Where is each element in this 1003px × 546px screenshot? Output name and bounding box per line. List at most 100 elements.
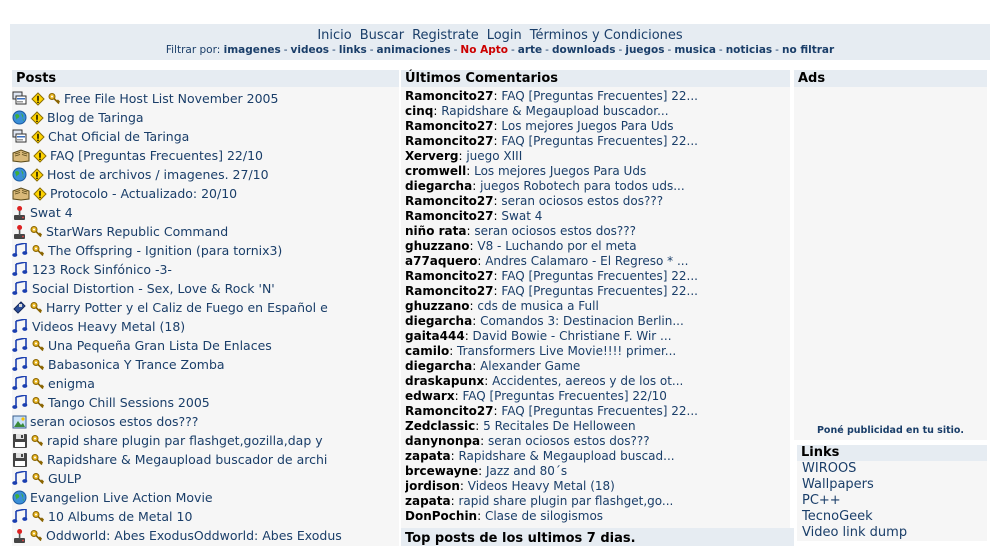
post-title-link[interactable]: Blog de Taringa [47,108,144,127]
filter-imagenes[interactable]: imagenes [224,44,281,56]
comment-post-link[interactable]: Clase de silogismos [485,509,603,523]
comment-post-link[interactable]: juegos Robotech para todos uds... [480,179,685,193]
comment-user[interactable]: Ramoncito27 [405,119,494,133]
post-item[interactable]: Una Pequeña Gran Lista De Enlaces [12,336,399,355]
comment-user[interactable]: Ramoncito27 [405,269,494,283]
link-wallpapers[interactable]: Wallpapers [802,477,874,492]
post-item[interactable]: Swat 4 [12,203,399,222]
post-item[interactable]: Chat Oficial de Taringa [12,127,399,146]
post-item[interactable]: Free File Host List November 2005 [12,89,399,108]
post-title-link[interactable]: 123 Rock Sinfónico -3- [32,260,172,279]
post-item[interactable]: 10 Albums de Metal 10 [12,507,399,526]
post-title-link[interactable]: GULP [48,469,81,488]
post-item[interactable]: 123 Rock Sinfónico -3- [12,260,399,279]
comment-user[interactable]: Ramoncito27 [405,404,494,418]
comment-user[interactable]: ghuzzano [405,239,470,253]
post-item[interactable]: Rapidshare & Megaupload buscador de arch… [12,450,399,469]
filter-juegos[interactable]: juegos [625,44,664,56]
comment-post-link[interactable]: Alexander Game [480,359,580,373]
comment-user[interactable]: Ramoncito27 [405,134,494,148]
post-title-link[interactable]: enigma [48,374,95,393]
post-item[interactable]: GULP [12,469,399,488]
filter-no-filtrar[interactable]: no filtrar [782,44,834,56]
post-item[interactable]: enigma [12,374,399,393]
link-pc-[interactable]: PC++ [802,493,841,508]
comment-post-link[interactable]: Swat 4 [501,209,542,223]
post-title-link[interactable]: rapid share plugin par flashget,gozilla,… [47,431,323,450]
comment-post-link[interactable]: FAQ [Preguntas Frecuentes] 22... [501,284,698,298]
post-title-link[interactable]: Social Distortion - Sex, Love & Rock 'N' [32,279,275,298]
post-item[interactable]: The Offspring - Ignition (para tornix3) [12,241,399,260]
filter-arte[interactable]: arte [518,44,542,56]
post-title-link[interactable]: 10 Albums de Metal 10 [48,507,192,526]
post-title-link[interactable]: Rapidshare & Megaupload buscador de arch… [47,450,327,469]
comment-user[interactable]: Zedclassic [405,419,475,433]
post-item[interactable]: rapid share plugin par flashget,gozilla,… [12,431,399,450]
comment-post-link[interactable]: V8 - Luchando por el meta [477,239,636,253]
comment-user[interactable]: brcewayne [405,464,478,478]
comment-user[interactable]: camilo [405,344,449,358]
comment-post-link[interactable]: FAQ [Preguntas Frecuentes] 22... [501,134,698,148]
comment-user[interactable]: draskapunx [405,374,484,388]
comment-post-link[interactable]: 5 Recitales De Helloween [483,419,635,433]
comment-post-link[interactable]: rapid share plugin par flashget,go... [458,494,673,508]
post-title-link[interactable]: Videos Heavy Metal (18) [32,317,185,336]
comment-user[interactable]: cinq [405,104,433,118]
link-video-link-dump[interactable]: Video link dump [802,525,907,540]
comment-post-link[interactable]: juego XIII [466,149,522,163]
comment-user[interactable]: a77aquero [405,254,477,268]
post-title-link[interactable]: seran ociosos estos dos??? [30,412,198,431]
comment-post-link[interactable]: Andres Calamaro - El Regreso * ... [485,254,688,268]
post-item[interactable]: StarWars Republic Command [12,222,399,241]
comment-post-link[interactable]: FAQ [Preguntas Frecuentes] 22/10 [462,389,666,403]
post-title-link[interactable]: Evangelion Live Action Movie [30,488,213,507]
link-wiroos[interactable]: WIROOS [802,461,856,476]
nav-link-login[interactable]: Login [487,28,522,43]
nav-link-buscar[interactable]: Buscar [360,28,404,43]
comment-post-link[interactable]: Videos Heavy Metal (18) [468,479,615,493]
post-title-link[interactable]: Protocolo - Actualizado: 20/10 [50,184,237,203]
post-item[interactable]: Oddworld: Abes ExodusOddworld: Abes Exod… [12,526,399,545]
comment-post-link[interactable]: cds de musica a Full [477,299,598,313]
comment-post-link[interactable]: Los mejores Juegos Para Uds [474,164,646,178]
post-title-link[interactable]: The Offspring - Ignition (para tornix3) [48,241,282,260]
comment-post-link[interactable]: David Bowie - Christiane F. Wir ... [473,329,672,343]
comment-user[interactable]: Xerverg [405,149,458,163]
nav-link-registrate[interactable]: Registrate [412,28,479,43]
comment-user[interactable]: diegarcha [405,314,472,328]
comment-user[interactable]: cromwell [405,164,466,178]
comment-post-link[interactable]: FAQ [Preguntas Frecuentes] 22... [501,404,698,418]
post-item[interactable]: Harry Potter y el Caliz de Fuego en Espa… [12,298,399,317]
comment-user[interactable]: diegarcha [405,179,472,193]
comment-post-link[interactable]: Comandos 3: Destinacion Berlin... [480,314,684,328]
filter-videos[interactable]: videos [291,44,330,56]
post-title-link[interactable]: Free File Host List November 2005 [64,89,278,108]
comment-user[interactable]: DonPochin [405,509,477,523]
filter-links[interactable]: links [339,44,367,56]
comment-user[interactable]: Ramoncito27 [405,89,494,103]
comment-post-link[interactable]: seran ociosos estos dos??? [488,434,650,448]
filter-no-apto[interactable]: No Apto [460,44,508,56]
post-item[interactable]: Social Distortion - Sex, Love & Rock 'N' [12,279,399,298]
nav-link-t-rminos-y-condiciones[interactable]: Términos y Condiciones [530,28,683,43]
link-tecnogeek[interactable]: TecnoGeek [802,509,873,524]
post-title-link[interactable]: Swat 4 [30,203,73,222]
post-item[interactable]: FAQ [Preguntas Frecuentes] 22/10 [12,146,399,165]
post-title-link[interactable]: Una Pequeña Gran Lista De Enlaces [48,336,272,355]
comment-post-link[interactable]: Rapidshare & Megaupload buscador... [441,104,668,118]
comment-user[interactable]: jordison [405,479,460,493]
post-item[interactable]: Babasonica Y Trance Zomba [12,355,399,374]
nav-link-inicio[interactable]: Inicio [317,28,351,43]
post-title-link[interactable]: FAQ [Preguntas Frecuentes] 22/10 [50,146,263,165]
post-title-link[interactable]: Babasonica Y Trance Zomba [48,355,225,374]
comment-user[interactable]: ghuzzano [405,299,470,313]
filter-downloads[interactable]: downloads [552,44,616,56]
post-item[interactable]: seran ociosos estos dos??? [12,412,399,431]
filter-animaciones[interactable]: animaciones [377,44,451,56]
comment-post-link[interactable]: FAQ [Preguntas Frecuentes] 22... [501,269,698,283]
filter-noticias[interactable]: noticias [726,44,772,56]
comment-user[interactable]: niño rata [405,224,466,238]
comment-post-link[interactable]: FAQ [Preguntas Frecuentes] 22... [501,89,698,103]
comment-post-link[interactable]: Jazz and 80´s [486,464,567,478]
comment-user[interactable]: danynonpa [405,434,480,448]
